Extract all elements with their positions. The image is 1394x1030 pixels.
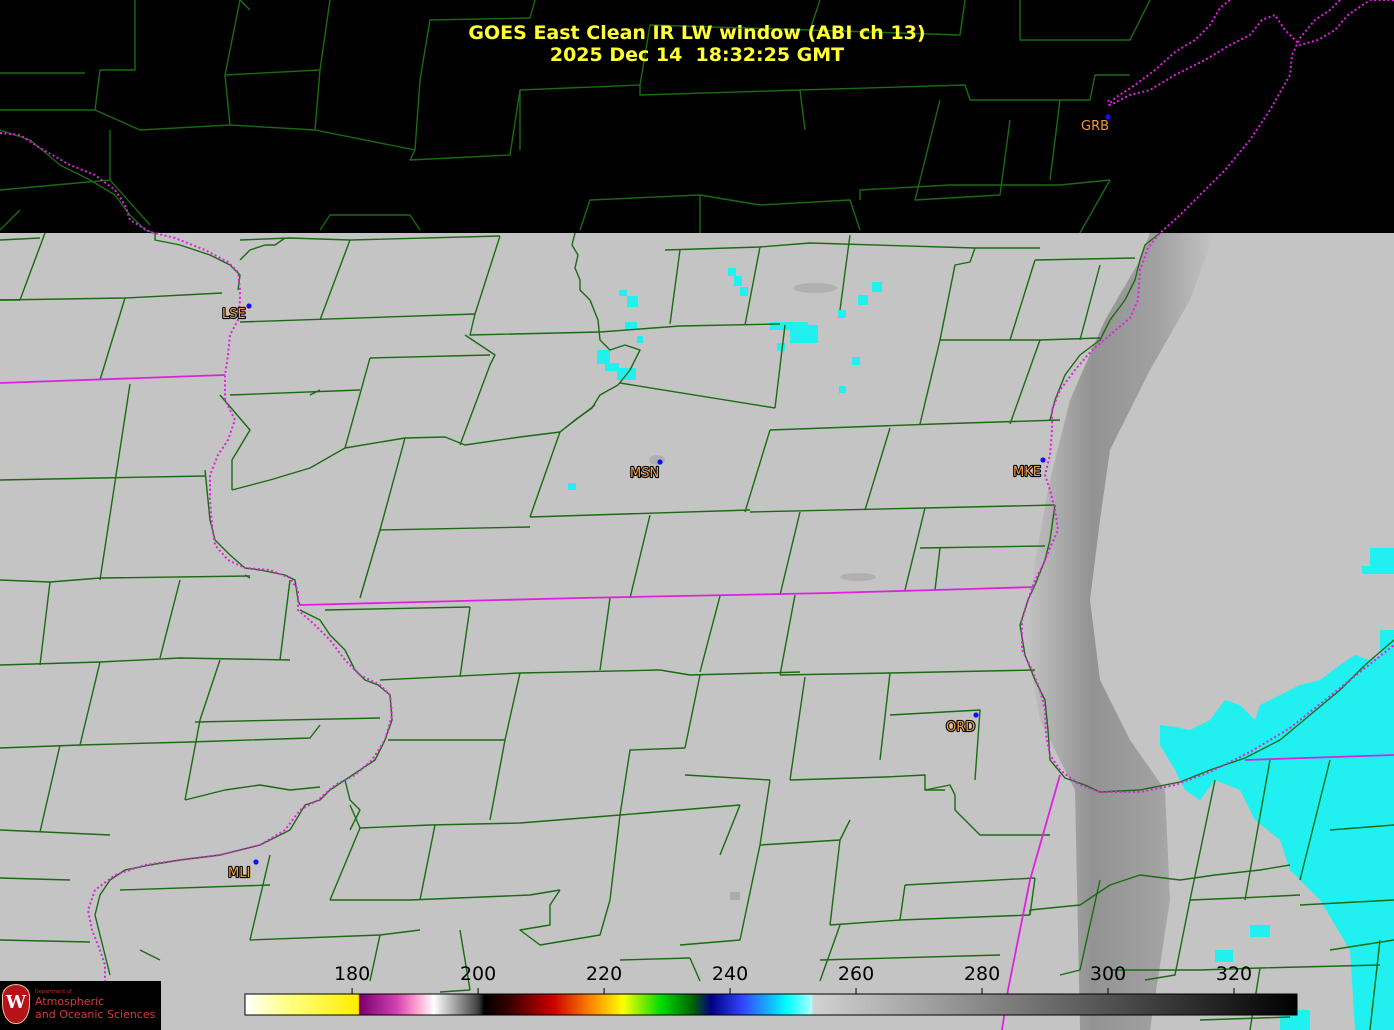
city-dot-mli (253, 859, 259, 865)
colorbar-tick-label: 180 (334, 963, 370, 985)
ir-image-region (0, 233, 1394, 1030)
gray-patch (793, 283, 837, 293)
logo-line-1: Atmospheric (35, 995, 105, 1008)
city-dot-lse (246, 303, 252, 309)
colorbar-scale (244, 993, 1298, 1016)
city-label-msn: MSN (630, 466, 659, 481)
gray-patch (649, 455, 665, 465)
gray-patch (840, 573, 876, 581)
city-label-mke: MKE (1013, 465, 1041, 480)
logo-line-2: and Oceanic Sciences (35, 1008, 156, 1021)
city-label-mli: MLI (228, 866, 250, 881)
colorbar-tick-label: 260 (838, 963, 874, 985)
seal-letter: W (5, 992, 27, 1013)
colorbar-tick-label: 200 (460, 963, 496, 985)
map-title: GOES East Clean IR LW window (ABI ch 13) (468, 22, 926, 44)
city-label-grb: GRB (1081, 119, 1109, 134)
colorbar-tick-label: 280 (964, 963, 1000, 985)
map-canvas: GRB LSE MSN MKE ORD MLI 180 200 220 240 260 2… (0, 0, 1394, 1030)
satellite-map: GRB LSE MSN MKE ORD MLI 180 200 220 240 260 2… (0, 0, 1394, 1030)
gray-patch (730, 892, 740, 900)
colorbar-tick-label: 300 (1090, 963, 1126, 985)
city-dot-msn (657, 459, 663, 465)
uw-seal-icon: W (2, 984, 30, 1024)
city-label-ord: ORD (946, 720, 975, 735)
city-dot-mke (1040, 457, 1046, 463)
map-timestamp: 2025 Dec 14 18:32:25 GMT (549, 44, 845, 66)
city-label-lse: LSE (222, 307, 246, 322)
department-logo: W Department of Atmospheric and Oceanic … (0, 981, 161, 1030)
city-dot-ord (973, 712, 979, 718)
colorbar-tick-label: 220 (586, 963, 622, 985)
colorbar-tick-label: 320 (1216, 963, 1252, 985)
colorbar-tick-label: 240 (712, 963, 748, 985)
